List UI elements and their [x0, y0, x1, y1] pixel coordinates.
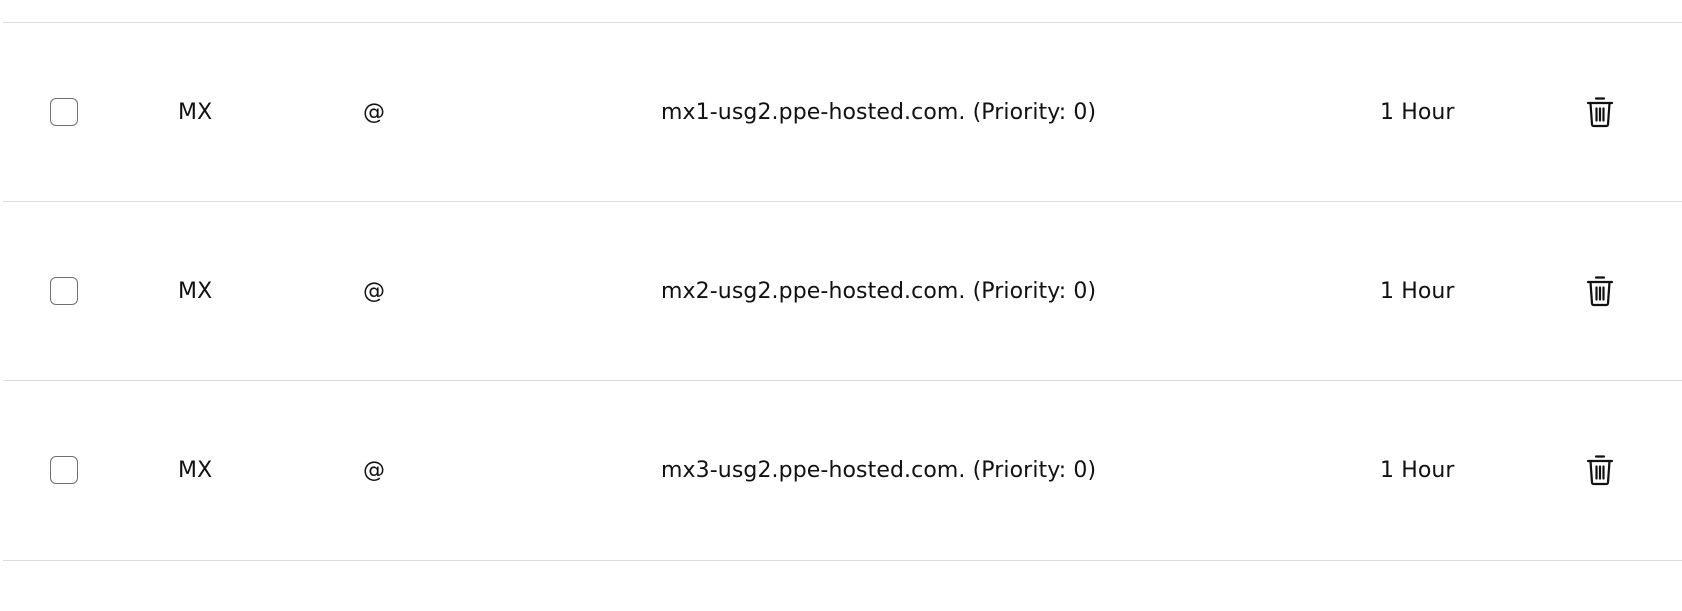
- dns-records-table: MX @ mx1-usg2.ppe-hosted.com. (Priority:…: [3, 22, 1682, 561]
- record-name: @: [363, 100, 386, 125]
- row-select-checkbox[interactable]: [50, 455, 78, 484]
- record-name: @: [363, 458, 386, 483]
- record-type: MX: [178, 100, 213, 125]
- trash-icon[interactable]: [1585, 454, 1615, 486]
- table-row: MX @ mx3-usg2.ppe-hosted.com. (Priority:…: [3, 380, 1682, 561]
- record-ttl: 1 Hour: [1380, 279, 1455, 304]
- record-ttl: 1 Hour: [1380, 458, 1455, 483]
- trash-icon[interactable]: [1585, 96, 1615, 128]
- table-row: MX @ mx2-usg2.ppe-hosted.com. (Priority:…: [3, 201, 1682, 380]
- record-type: MX: [178, 458, 213, 483]
- table-row: MX @ mx1-usg2.ppe-hosted.com. (Priority:…: [3, 22, 1682, 201]
- record-value: mx2-usg2.ppe-hosted.com. (Priority: 0): [661, 279, 1097, 304]
- row-select-checkbox[interactable]: [50, 97, 78, 126]
- record-name: @: [363, 279, 386, 304]
- record-ttl: 1 Hour: [1380, 100, 1455, 125]
- trash-icon[interactable]: [1585, 275, 1615, 307]
- row-select-checkbox[interactable]: [50, 276, 78, 305]
- record-value: mx3-usg2.ppe-hosted.com. (Priority: 0): [661, 458, 1097, 483]
- record-value: mx1-usg2.ppe-hosted.com. (Priority: 0): [661, 100, 1097, 125]
- record-type: MX: [178, 279, 213, 304]
